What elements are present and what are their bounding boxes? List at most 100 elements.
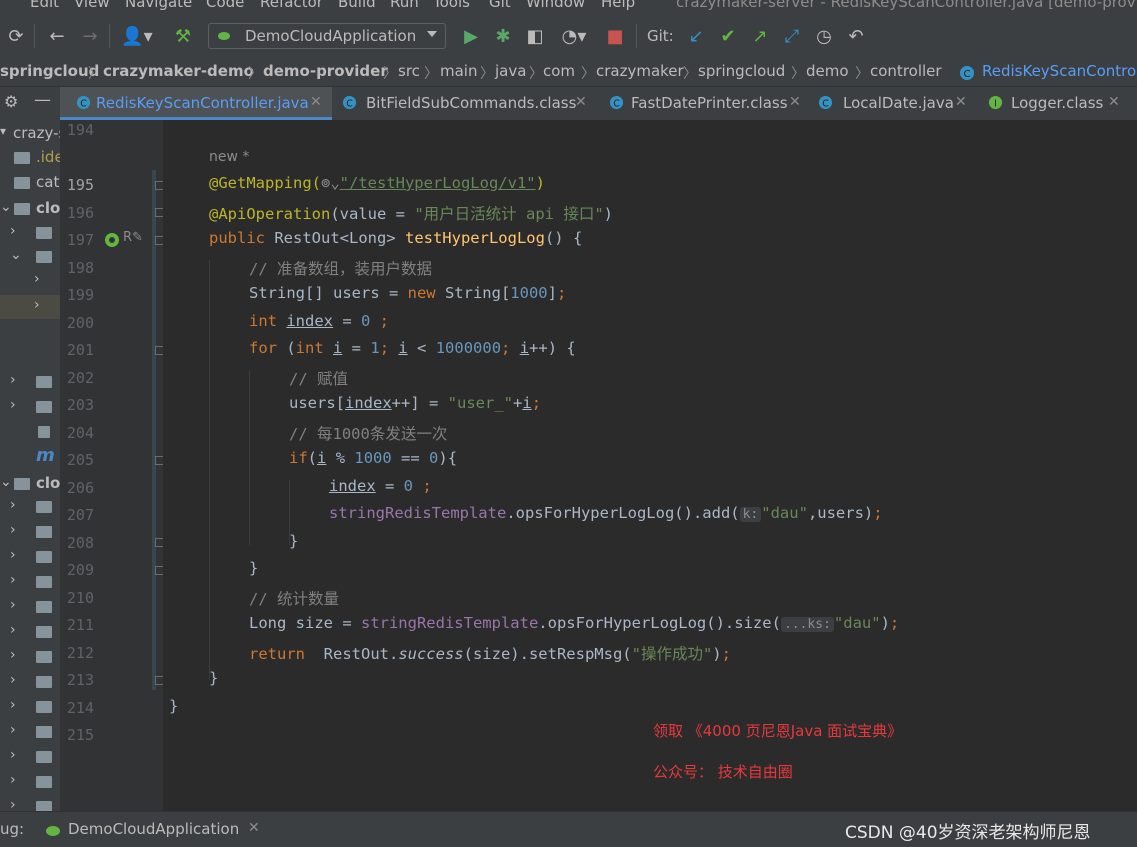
close-icon[interactable]: ✕ bbox=[310, 94, 322, 110]
code-line[interactable]: // 准备数组，装用户数据 bbox=[249, 257, 432, 279]
tree-item[interactable]: › bbox=[0, 395, 60, 419]
breadcrumb-demo-provider[interactable]: demo-provider bbox=[263, 62, 388, 80]
tree-item[interactable]: › bbox=[0, 770, 60, 794]
build-button[interactable]: ⚒ bbox=[170, 23, 196, 49]
tree-item[interactable]: › bbox=[0, 745, 60, 769]
code-line[interactable]: Long size = stringRedisTemplate.opsForHy… bbox=[249, 614, 899, 632]
tab-fastdateprinter[interactable]: C FastDatePrinter.class ✕ bbox=[599, 87, 809, 120]
tree-item-idea[interactable]: .ide bbox=[0, 146, 60, 170]
code-line[interactable]: stringRedisTemplate.opsForHyperLogLog().… bbox=[329, 504, 883, 522]
menu-build[interactable]: Build bbox=[338, 0, 376, 11]
code-line[interactable]: return RestOut.success(size).setRespMsg(… bbox=[249, 642, 731, 664]
tree-item[interactable]: › bbox=[0, 520, 60, 544]
user-menu-button[interactable]: 👤▾ bbox=[118, 23, 156, 49]
menu-git[interactable]: Git bbox=[489, 0, 511, 11]
tree-item[interactable]: › bbox=[0, 269, 60, 293]
tree-item-selected[interactable]: › bbox=[0, 295, 60, 319]
menu-view[interactable]: View bbox=[74, 0, 110, 11]
run-config-select[interactable]: DemoCloudApplication bbox=[208, 23, 446, 49]
run-button[interactable]: ▶ bbox=[458, 23, 484, 49]
menu-refactor[interactable]: Refactor bbox=[260, 0, 323, 11]
close-icon[interactable]: ✕ bbox=[575, 94, 587, 110]
code-line[interactable]: if(i % 1000 == 0){ bbox=[289, 449, 457, 467]
git-push-button[interactable]: ↗ bbox=[747, 23, 773, 49]
breadcrumb-crazymaker-demo[interactable]: crazymaker-demo bbox=[103, 62, 254, 80]
endpoint-icon[interactable] bbox=[103, 231, 121, 249]
code-line[interactable]: // 每1000条发送一次 bbox=[289, 422, 447, 444]
code-line[interactable]: @GetMapping(⊚⌄"/testHyperLogLog/v1") bbox=[209, 174, 545, 192]
tree-item[interactable]: › bbox=[0, 695, 60, 719]
breadcrumb-springcloud[interactable]: springcloud bbox=[0, 62, 99, 80]
menu-tools[interactable]: Tools bbox=[433, 0, 470, 11]
code-editor[interactable]: new * @GetMapping(⊚⌄"/testHyperLogLog/v1… bbox=[163, 120, 1137, 811]
tree-item[interactable]: › bbox=[0, 595, 60, 619]
breadcrumb-springcloud-pkg[interactable]: springcloud bbox=[698, 62, 785, 80]
tree-item[interactable]: › bbox=[0, 221, 60, 245]
tree-item[interactable]: m bbox=[0, 445, 60, 469]
debug-button[interactable]: ✱ bbox=[490, 23, 516, 49]
breadcrumb-src[interactable]: src bbox=[398, 62, 420, 80]
breadcrumb-demo[interactable]: demo bbox=[806, 62, 849, 80]
git-commit-button[interactable]: ✔ bbox=[715, 23, 741, 49]
tree-item-clo[interactable]: ⌄ clo bbox=[0, 197, 60, 221]
tree-item[interactable]: › bbox=[0, 645, 60, 669]
tree-item[interactable]: ⌄ bbox=[0, 245, 60, 269]
tree-item[interactable]: › bbox=[0, 620, 60, 644]
gear-icon[interactable]: ⚙ bbox=[4, 92, 18, 111]
code-line[interactable]: } bbox=[289, 532, 298, 550]
menu-code[interactable]: Code bbox=[206, 0, 244, 11]
close-icon[interactable]: ✕ bbox=[1108, 94, 1120, 110]
tree-item[interactable] bbox=[0, 420, 60, 444]
profile-button[interactable]: ◔▾ bbox=[554, 23, 594, 49]
breadcrumb-current-class[interactable]: RedisKeyScanControl bbox=[982, 62, 1137, 80]
stop-button[interactable]: ■ bbox=[602, 23, 628, 49]
tree-item[interactable]: › bbox=[0, 720, 60, 744]
tree-item-clo2[interactable]: ⌄ clo bbox=[0, 472, 60, 496]
sync-button[interactable]: ⟳ bbox=[3, 23, 29, 49]
code-line[interactable]: int index = 0 ; bbox=[249, 312, 389, 330]
code-line[interactable]: // 赋值 bbox=[289, 367, 348, 389]
tab-logger[interactable]: I Logger.class ✕ bbox=[976, 87, 1137, 120]
tree-item-root[interactable]: ▾ crazy-s bbox=[0, 122, 60, 146]
vcs-change-marker[interactable] bbox=[152, 170, 156, 690]
menu-run[interactable]: Run bbox=[390, 0, 419, 11]
tab-rediskeyscancontroller[interactable]: C RedisKeyScanController.java ✕ bbox=[60, 87, 332, 120]
forward-button[interactable]: → bbox=[77, 23, 103, 49]
code-line[interactable]: String[] users = new String[1000]; bbox=[249, 284, 566, 302]
close-icon[interactable]: ✕ bbox=[248, 820, 260, 836]
back-button[interactable]: ← bbox=[44, 23, 70, 49]
close-icon[interactable]: ✕ bbox=[955, 94, 967, 110]
git-update-button[interactable]: ↙ bbox=[683, 23, 709, 49]
code-line[interactable]: public RestOut<Long> testHyperLogLog() { bbox=[209, 229, 582, 247]
menu-window[interactable]: Window bbox=[526, 0, 585, 11]
request-mapping-icon[interactable]: R✎ bbox=[123, 230, 143, 245]
git-merge-button[interactable]: ⤢ bbox=[779, 23, 805, 49]
code-line[interactable]: index = 0 ; bbox=[329, 477, 432, 495]
git-rollback-button[interactable]: ↶ bbox=[843, 23, 869, 49]
tab-localdate[interactable]: C LocalDate.java ✕ bbox=[808, 87, 976, 120]
tree-item[interactable]: › bbox=[0, 495, 60, 519]
code-line[interactable]: } bbox=[249, 559, 258, 577]
tree-item[interactable]: › bbox=[0, 670, 60, 694]
tree-item[interactable]: › bbox=[0, 545, 60, 569]
code-line[interactable]: } bbox=[209, 669, 218, 687]
code-line[interactable]: // 统计数量 bbox=[249, 587, 339, 609]
breadcrumb-main[interactable]: main bbox=[440, 62, 477, 80]
tree-item[interactable]: › bbox=[0, 570, 60, 594]
tree-item-cat[interactable]: cat bbox=[0, 171, 60, 195]
menu-navigate[interactable]: Navigate bbox=[125, 0, 192, 11]
breadcrumb-crazymaker[interactable]: crazymaker bbox=[596, 62, 684, 80]
breadcrumb-java[interactable]: java bbox=[495, 62, 526, 80]
minimize-icon[interactable]: — bbox=[34, 90, 51, 110]
breadcrumb-com[interactable]: com bbox=[543, 62, 575, 80]
code-line[interactable]: users[index++] = "user_"+i; bbox=[289, 394, 541, 412]
code-line[interactable]: for (int i = 1; i < 1000000; i++) { bbox=[249, 339, 576, 357]
menu-edit[interactable]: Edit bbox=[30, 0, 59, 11]
coverage-button[interactable]: ◧ bbox=[522, 23, 548, 49]
globe-icon[interactable]: ⊚⌄ bbox=[321, 174, 340, 192]
tree-item[interactable]: › bbox=[0, 370, 60, 394]
tree-item[interactable]: › bbox=[0, 795, 60, 811]
code-line[interactable]: } bbox=[169, 697, 178, 715]
breadcrumb-controller[interactable]: controller bbox=[870, 62, 942, 80]
close-icon[interactable]: ✕ bbox=[789, 94, 801, 110]
